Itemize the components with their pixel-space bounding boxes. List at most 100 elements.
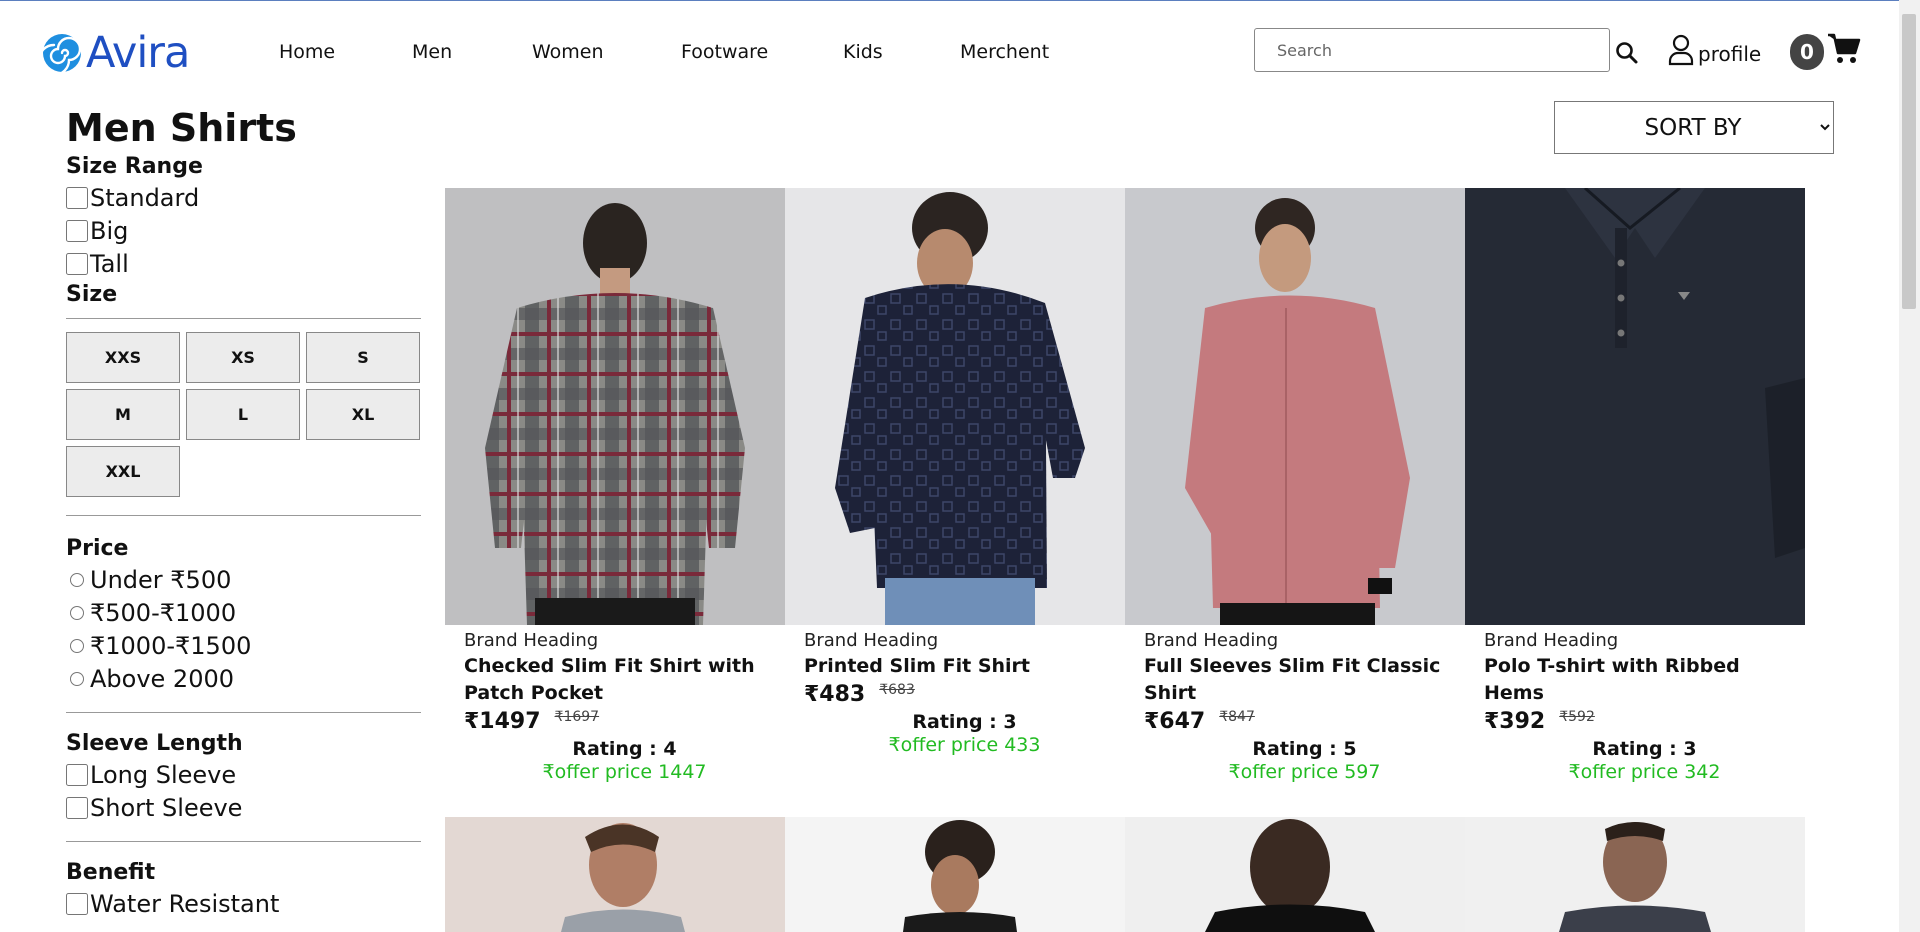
price-title: Price bbox=[66, 536, 129, 561]
size-range-tall-checkbox[interactable] bbox=[66, 252, 88, 275]
nav-men[interactable]: Men bbox=[412, 41, 452, 63]
user-icon bbox=[1668, 34, 1694, 66]
product-card[interactable]: Brand Heading Printed Slim Fit Shirt ₹48… bbox=[785, 188, 1125, 757]
brand-name: Avira bbox=[86, 28, 190, 78]
scrollbar-thumb[interactable] bbox=[1902, 14, 1916, 309]
size-button-xxl[interactable]: XXL bbox=[66, 446, 180, 497]
original-price: ₹1697 bbox=[554, 709, 600, 725]
product-image[interactable] bbox=[445, 188, 785, 625]
product-card[interactable] bbox=[1465, 817, 1805, 932]
original-price: ₹683 bbox=[879, 682, 915, 698]
size-button-grid: XXS XS S M L XL XXL bbox=[66, 319, 421, 515]
product-info: Brand Heading Polo T-shirt with Ribbed H… bbox=[1465, 625, 1805, 784]
option-label: Above 2000 bbox=[90, 664, 235, 693]
price-option[interactable]: Under ₹500 bbox=[66, 563, 421, 596]
price-row: ₹392 ₹592 bbox=[1484, 709, 1805, 734]
pink-shirt-photo bbox=[1125, 188, 1465, 625]
product-card[interactable]: Brand Heading Full Sleeves Slim Fit Clas… bbox=[1125, 188, 1465, 784]
brand-heading: Brand Heading bbox=[1144, 630, 1279, 651]
size-range-option[interactable]: Tall bbox=[66, 247, 421, 280]
search-icon bbox=[1616, 42, 1638, 64]
size-range-title: Size Range bbox=[66, 154, 203, 179]
shirt-photo bbox=[445, 817, 785, 932]
search-input[interactable] bbox=[1254, 28, 1610, 72]
cart-button[interactable] bbox=[1827, 32, 1861, 70]
price-500-1000-radio[interactable] bbox=[70, 605, 84, 620]
product-image[interactable] bbox=[445, 817, 785, 932]
page-title: Men Shirts bbox=[66, 106, 297, 150]
price-option[interactable]: Above 2000 bbox=[66, 662, 421, 695]
search-button[interactable] bbox=[1614, 40, 1640, 66]
nav-women[interactable]: Women bbox=[532, 41, 604, 63]
cart-count-badge: 0 bbox=[1790, 34, 1824, 70]
product-name[interactable]: Printed Slim Fit Shirt bbox=[804, 653, 1125, 680]
product-card[interactable] bbox=[1125, 817, 1465, 932]
size-button-s[interactable]: S bbox=[306, 332, 420, 383]
original-price: ₹847 bbox=[1219, 709, 1255, 725]
nav-home[interactable]: Home bbox=[279, 41, 335, 63]
offer-price: ₹offer price 1447 bbox=[542, 761, 707, 783]
option-label: ₹500-₹1000 bbox=[90, 598, 237, 627]
brand-logo[interactable]: Avira bbox=[41, 28, 190, 78]
product-image[interactable] bbox=[1465, 817, 1805, 932]
sleeve-option[interactable]: Long Sleeve bbox=[66, 758, 421, 791]
brand-heading: Brand Heading bbox=[1484, 630, 1619, 651]
product-name[interactable]: Polo T-shirt with Ribbed Hems bbox=[1484, 653, 1805, 707]
option-label: Big bbox=[90, 216, 129, 245]
sort-select[interactable]: SORT BY bbox=[1554, 101, 1834, 154]
sleeve-option[interactable]: Short Sleeve bbox=[66, 791, 421, 824]
divider bbox=[66, 712, 421, 713]
product-card[interactable]: Brand Heading Checked Slim Fit Shirt wit… bbox=[445, 188, 785, 784]
price-1000-1500-radio[interactable] bbox=[70, 638, 84, 653]
price-option[interactable]: ₹500-₹1000 bbox=[66, 596, 421, 629]
size-range-option[interactable]: Standard bbox=[66, 181, 421, 214]
size-button-m[interactable]: M bbox=[66, 389, 180, 440]
product-name[interactable]: Full Sleeves Slim Fit Classic Shirt bbox=[1144, 653, 1465, 707]
product-rating: Rating : 4 bbox=[572, 738, 677, 760]
option-label: ₹1000-₹1500 bbox=[90, 631, 252, 660]
size-range-standard-checkbox[interactable] bbox=[66, 186, 88, 209]
short-sleeve-checkbox[interactable] bbox=[66, 796, 88, 819]
checked-shirt-photo bbox=[445, 188, 785, 625]
price-option[interactable]: ₹1000-₹1500 bbox=[66, 629, 421, 662]
size-range-option[interactable]: Big bbox=[66, 214, 421, 247]
product-rating: Rating : 3 bbox=[912, 711, 1017, 733]
product-image[interactable] bbox=[785, 817, 1125, 932]
nav-footware[interactable]: Footware bbox=[681, 41, 768, 63]
divider bbox=[66, 515, 421, 516]
water-resistant-checkbox[interactable] bbox=[66, 892, 88, 915]
product-price: ₹392 bbox=[1484, 709, 1546, 734]
price-under-500-radio[interactable] bbox=[70, 572, 84, 587]
product-card[interactable] bbox=[785, 817, 1125, 932]
size-button-xs[interactable]: XS bbox=[186, 332, 300, 383]
product-name[interactable]: Checked Slim Fit Shirt with Patch Pocket bbox=[464, 653, 785, 707]
nav-merchent[interactable]: Merchent bbox=[960, 41, 1049, 63]
product-card[interactable] bbox=[445, 817, 785, 932]
filter-sidebar: Men Shirts Size Range Standard Big Tall … bbox=[66, 104, 421, 920]
option-label: Water Resistant bbox=[90, 889, 280, 918]
product-info: Brand Heading Checked Slim Fit Shirt wit… bbox=[445, 625, 785, 784]
brand-heading: Brand Heading bbox=[804, 630, 939, 651]
size-button-l[interactable]: L bbox=[186, 389, 300, 440]
size-range-big-checkbox[interactable] bbox=[66, 219, 88, 242]
swirl-logo-icon bbox=[41, 34, 82, 77]
benefit-option[interactable]: Water Resistant bbox=[66, 887, 421, 920]
shirt-photo bbox=[785, 817, 1125, 932]
polo-tshirt-photo bbox=[1465, 188, 1805, 625]
product-image[interactable] bbox=[1125, 188, 1465, 625]
product-price: ₹1497 bbox=[464, 709, 541, 734]
product-image[interactable] bbox=[1465, 188, 1805, 625]
size-button-xxs[interactable]: XXS bbox=[66, 332, 180, 383]
benefit-title: Benefit bbox=[66, 860, 156, 885]
nav-kids[interactable]: Kids bbox=[843, 41, 883, 63]
profile-link[interactable]: profile bbox=[1668, 34, 1761, 66]
product-info: Brand Heading Full Sleeves Slim Fit Clas… bbox=[1125, 625, 1465, 784]
profile-label: profile bbox=[1698, 42, 1762, 66]
long-sleeve-checkbox[interactable] bbox=[66, 763, 88, 786]
product-rating: Rating : 5 bbox=[1252, 738, 1357, 760]
price-above-2000-radio[interactable] bbox=[70, 671, 84, 686]
product-image[interactable] bbox=[785, 188, 1125, 625]
product-card[interactable]: Brand Heading Polo T-shirt with Ribbed H… bbox=[1465, 188, 1805, 784]
size-button-xl[interactable]: XL bbox=[306, 389, 420, 440]
product-image[interactable] bbox=[1125, 817, 1465, 932]
